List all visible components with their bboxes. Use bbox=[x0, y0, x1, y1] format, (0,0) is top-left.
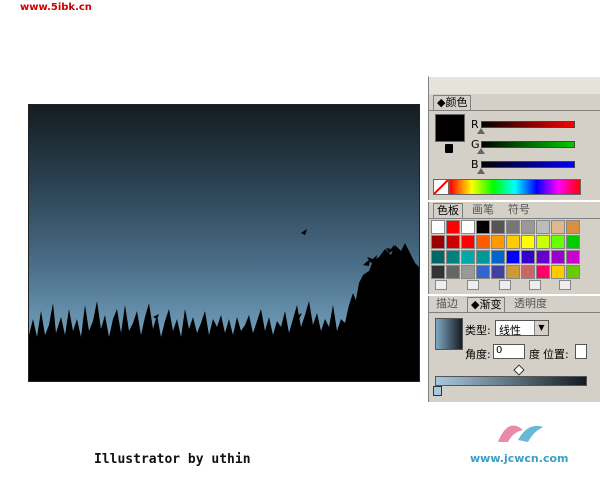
color-swatch[interactable] bbox=[551, 220, 565, 234]
color-swatch[interactable] bbox=[461, 235, 475, 249]
color-swatch[interactable] bbox=[506, 235, 520, 249]
color-swatch[interactable] bbox=[566, 220, 580, 234]
color-swatch[interactable] bbox=[536, 265, 550, 279]
tab-stroke[interactable]: 描边 bbox=[433, 297, 461, 311]
color-tab-row: ◆颜色 bbox=[429, 94, 600, 111]
color-swatch[interactable] bbox=[446, 220, 460, 234]
show-pattern-swatches-icon[interactable] bbox=[529, 280, 541, 290]
tab-symbols[interactable]: 符号 bbox=[505, 203, 533, 217]
warning-cube-icon[interactable] bbox=[445, 144, 453, 153]
color-swatch[interactable] bbox=[476, 220, 490, 234]
panel-titlebar[interactable] bbox=[428, 76, 600, 96]
tab-color[interactable]: ◆颜色 bbox=[433, 95, 472, 110]
color-swatch[interactable] bbox=[521, 220, 535, 234]
color-swatch[interactable] bbox=[566, 265, 580, 279]
color-swatch[interactable] bbox=[461, 220, 475, 234]
gradient-midpoint-handle[interactable] bbox=[513, 364, 525, 376]
tab-brushes[interactable]: 画笔 bbox=[469, 203, 497, 217]
gradient-type-label: 类型: bbox=[465, 324, 491, 337]
color-swatch[interactable] bbox=[476, 250, 490, 264]
tab-swatches[interactable]: 色板 bbox=[433, 203, 463, 218]
color-swatch[interactable] bbox=[491, 220, 505, 234]
none-color-button[interactable] bbox=[433, 179, 449, 195]
color-swatch[interactable] bbox=[491, 265, 505, 279]
color-swatch[interactable] bbox=[506, 250, 520, 264]
position-label: 位置: bbox=[543, 348, 569, 361]
gradient-slider-bar[interactable] bbox=[435, 376, 587, 386]
credit-text: Illustrator by uthin bbox=[94, 452, 251, 467]
swatch-libraries-icon[interactable] bbox=[435, 280, 447, 290]
gradient-preview-swatch[interactable] bbox=[435, 318, 463, 350]
tab-transparency[interactable]: 透明度 bbox=[511, 297, 550, 311]
color-swatch[interactable] bbox=[446, 250, 460, 264]
watermark-bottom: www.jcwcn.com bbox=[470, 425, 568, 465]
channel-g-slider[interactable] bbox=[481, 141, 575, 148]
angle-unit: 度 bbox=[529, 348, 540, 361]
color-swatch[interactable] bbox=[551, 250, 565, 264]
artwork-canvas bbox=[28, 104, 420, 382]
color-swatch[interactable] bbox=[536, 220, 550, 234]
fill-color-swatch[interactable] bbox=[435, 114, 465, 142]
color-swatch[interactable] bbox=[551, 235, 565, 249]
color-swatch[interactable] bbox=[461, 250, 475, 264]
show-gradient-swatches-icon[interactable] bbox=[499, 280, 511, 290]
position-input[interactable] bbox=[575, 344, 587, 359]
color-swatch[interactable] bbox=[536, 235, 550, 249]
channel-r-slider[interactable] bbox=[481, 121, 575, 128]
angle-input[interactable]: 0 bbox=[493, 344, 525, 359]
color-swatch[interactable] bbox=[431, 220, 445, 234]
color-panel: ◆颜色 R G B bbox=[428, 94, 600, 200]
show-color-swatches-icon[interactable] bbox=[467, 280, 479, 290]
color-swatch[interactable] bbox=[506, 265, 520, 279]
color-swatch[interactable] bbox=[431, 235, 445, 249]
color-swatch[interactable] bbox=[446, 235, 460, 249]
b-slider-handle[interactable] bbox=[477, 168, 485, 174]
gradient-tab-row: 描边 ◆渐变 透明度 bbox=[429, 296, 600, 313]
g-slider-handle[interactable] bbox=[477, 148, 485, 154]
angle-label: 角度: bbox=[465, 348, 491, 361]
color-swatch[interactable] bbox=[551, 265, 565, 279]
color-swatch[interactable] bbox=[446, 265, 460, 279]
chevron-down-icon[interactable]: ▼ bbox=[534, 321, 548, 335]
color-swatch[interactable] bbox=[521, 250, 535, 264]
tab-gradient[interactable]: ◆渐变 bbox=[467, 297, 506, 312]
swatches-tab-row: 色板 画笔 符号 bbox=[429, 202, 600, 219]
color-swatch[interactable] bbox=[461, 265, 475, 279]
new-swatch-icon[interactable] bbox=[559, 280, 571, 290]
color-spectrum-bar[interactable] bbox=[449, 179, 581, 195]
color-swatch[interactable] bbox=[431, 250, 445, 264]
color-swatch[interactable] bbox=[521, 265, 535, 279]
color-swatch[interactable] bbox=[431, 265, 445, 279]
gradient-type-select[interactable]: 线性 ▼ bbox=[495, 320, 549, 337]
r-slider-handle[interactable] bbox=[477, 128, 485, 134]
color-swatch[interactable] bbox=[536, 250, 550, 264]
color-swatch[interactable] bbox=[566, 235, 580, 249]
gradient-start-stop[interactable] bbox=[433, 386, 442, 396]
watermark-top: www.5ibk.cn bbox=[20, 2, 92, 13]
color-swatch[interactable] bbox=[521, 235, 535, 249]
color-swatch[interactable] bbox=[476, 235, 490, 249]
color-swatch[interactable] bbox=[506, 220, 520, 234]
color-swatch[interactable] bbox=[566, 250, 580, 264]
color-swatch[interactable] bbox=[476, 265, 490, 279]
bird-logo-icon bbox=[498, 425, 543, 442]
color-swatch[interactable] bbox=[491, 250, 505, 264]
swatch-grid bbox=[431, 220, 581, 280]
color-swatch[interactable] bbox=[491, 235, 505, 249]
channel-b-slider[interactable] bbox=[481, 161, 575, 168]
swatches-panel: 色板 画笔 符号 bbox=[428, 202, 600, 294]
grass-silhouette bbox=[29, 229, 419, 381]
gradient-panel: 描边 ◆渐变 透明度 类型: 线性 ▼ 角度: 0 度 位置: bbox=[428, 296, 600, 402]
